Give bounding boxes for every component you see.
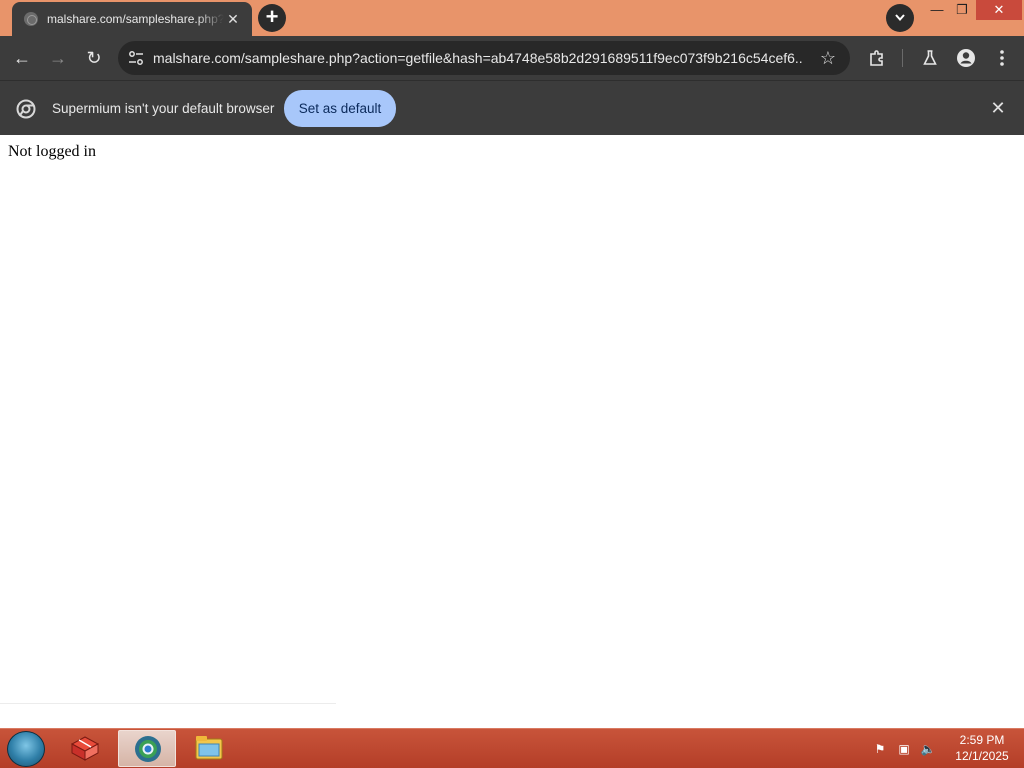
- infobar-close-icon[interactable]: ✕: [988, 98, 1008, 118]
- tab-title: malshare.com/sampleshare.php?action=getf…: [47, 12, 224, 26]
- new-tab-button[interactable]: +: [258, 4, 286, 32]
- taskbar-clock[interactable]: 2:59 PM 12/1/2025: [950, 732, 1014, 764]
- tab-search-button[interactable]: [886, 4, 914, 32]
- window-close-button[interactable]: ✕: [976, 0, 1022, 20]
- forward-arrow-icon[interactable]: →: [46, 46, 70, 70]
- tab-active[interactable]: malshare.com/sampleshare.php?action=getf…: [12, 2, 252, 36]
- kebab-menu-icon[interactable]: [990, 46, 1014, 70]
- action-center-flag-icon[interactable]: ⚑: [872, 741, 888, 757]
- set-as-default-button[interactable]: Set as default: [284, 90, 396, 127]
- windows-taskbar: ⚑ ▣ 🔈 2:59 PM 12/1/2025: [0, 728, 1024, 768]
- profile-avatar-icon[interactable]: [954, 46, 978, 70]
- taskbar-app-red-cube[interactable]: [56, 730, 114, 767]
- supermium-browser-icon: [135, 736, 161, 762]
- volume-muted-icon[interactable]: 🔈: [920, 741, 936, 757]
- window-restore-button[interactable]: ❐: [947, 0, 977, 20]
- chevron-down-icon: [895, 14, 905, 22]
- back-arrow-icon[interactable]: ←: [10, 46, 34, 70]
- toolbar-divider: [902, 49, 903, 67]
- browser-logo-icon: [16, 99, 36, 119]
- system-tray: ⚑ ▣ 🔈: [872, 741, 936, 757]
- reload-icon[interactable]: ↻: [82, 46, 106, 70]
- taskbar-app-browser[interactable]: [118, 730, 176, 767]
- tab-close-icon[interactable]: ✕: [224, 11, 242, 28]
- clock-time: 2:59 PM: [959, 733, 1005, 747]
- labs-flask-icon[interactable]: [918, 46, 942, 70]
- taskbar-app-explorer[interactable]: [180, 730, 238, 767]
- site-info-icon[interactable]: [128, 50, 144, 66]
- browser-titlebar: malshare.com/sampleshare.php?action=getf…: [0, 0, 1024, 36]
- clock-date: 12/1/2025: [955, 749, 1009, 763]
- extensions-icon[interactable]: [865, 46, 889, 70]
- globe-icon: [24, 12, 38, 26]
- default-browser-infobar: Supermium isn't your default browser Set…: [0, 80, 1024, 135]
- browser-toolbar: ← → ↻ malshare.com/sampleshare.php?actio…: [0, 36, 1024, 80]
- bookmark-star-icon[interactable]: ☆: [820, 48, 836, 68]
- network-icon[interactable]: ▣: [896, 741, 912, 757]
- infobar-message: Supermium isn't your default browser: [52, 101, 275, 116]
- file-explorer-icon: [195, 736, 223, 760]
- page-content: Not logged in: [0, 135, 1024, 728]
- address-bar[interactable]: malshare.com/sampleshare.php?action=getf…: [118, 41, 850, 75]
- url-text[interactable]: malshare.com/sampleshare.php?action=getf…: [153, 41, 803, 75]
- start-button[interactable]: [7, 731, 45, 767]
- login-status-text: Not logged in: [8, 143, 96, 160]
- page-divider: [0, 703, 336, 704]
- red-cube-app-icon: [70, 736, 100, 761]
